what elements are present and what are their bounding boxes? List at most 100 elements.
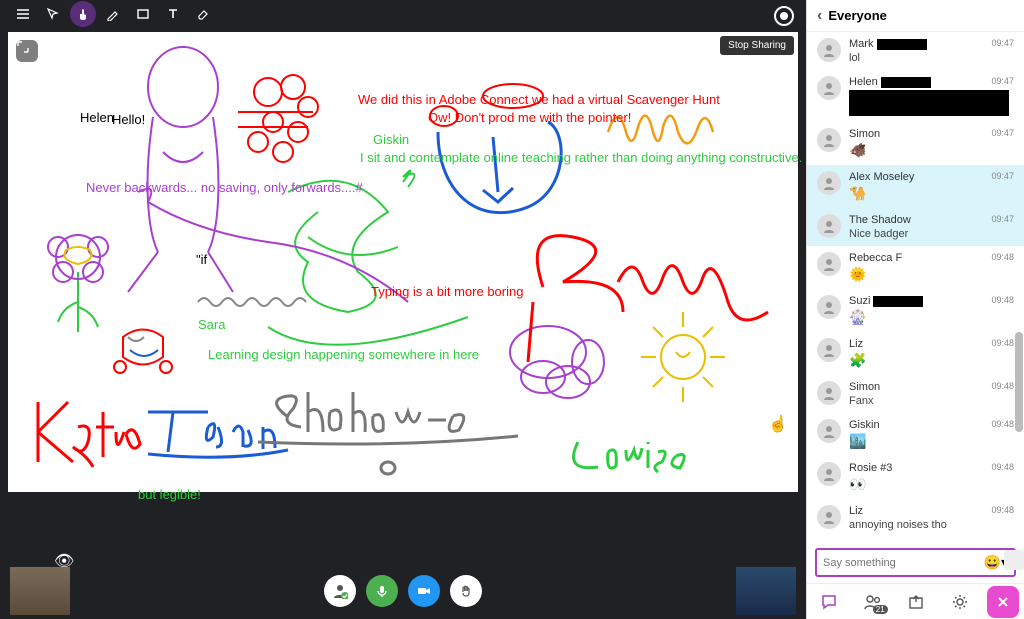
rect-icon[interactable] (130, 1, 156, 27)
chat-item[interactable]: Liz 🧩09:48 (807, 332, 1024, 375)
chat-input[interactable]: 😀▾ (815, 548, 1016, 577)
camera-button[interactable] (408, 575, 440, 607)
avatar (817, 38, 841, 62)
chat-name: Giskin (849, 419, 1014, 431)
chat-item[interactable]: The Shadow Nice badger 09:47 (807, 208, 1024, 246)
chat-time: 09:47 (991, 214, 1014, 224)
people-count: 21 (873, 605, 888, 614)
chat-name: Suzi (849, 295, 1014, 307)
chat-time: 09:48 (991, 252, 1014, 262)
video-bar: 👁 (0, 563, 806, 619)
whiteboard-canvas[interactable]: Helen Hello! We did this in Adobe Connec… (8, 32, 798, 492)
chat-tab-icon[interactable] (812, 588, 846, 616)
wb-text-ow: Ow! Don't prod me with the pointer! (428, 110, 631, 125)
back-icon[interactable]: ‹ (817, 7, 822, 25)
pointer-icon[interactable] (40, 1, 66, 27)
chat-message: 🏙️ (849, 433, 1014, 450)
thumb-icon[interactable] (70, 1, 96, 27)
people-tab-icon[interactable]: 21 (856, 588, 890, 616)
menu-icon[interactable] (10, 1, 36, 27)
hand-button[interactable] (450, 575, 482, 607)
chat-message: 👀 (849, 476, 1014, 493)
wb-text-contemp: I sit and contemplate online teaching ra… (360, 150, 802, 165)
wb-text-never: Never backwards... no saving, only forwa… (86, 180, 363, 195)
chat-message: 🎡 (849, 309, 1014, 326)
chat-name: Alex Moseley (849, 171, 1014, 183)
chat-item[interactable]: Rebecca F 🌞 09:48 (807, 246, 1024, 289)
avatar (817, 505, 841, 529)
chat-name: Mark (849, 38, 1014, 50)
chat-time: 09:48 (991, 505, 1014, 515)
chat-item[interactable]: Simon Fanx 09:48 (807, 375, 1024, 413)
chat-time: 09:48 (991, 295, 1014, 305)
chat-item[interactable]: Simon 🐗09:47 (807, 122, 1024, 165)
chat-message: 🐗 (849, 142, 1014, 159)
chat-input-wrap: 😀▾ (807, 542, 1024, 583)
share-tab-icon[interactable] (899, 588, 933, 616)
chat-name: Liz (849, 338, 1014, 350)
avatar (817, 214, 841, 238)
eraser-icon[interactable] (190, 1, 216, 27)
chat-message: annoying noises tho (849, 519, 1014, 531)
wb-text-helen1: Helen (80, 110, 114, 125)
chat-name: Liz (849, 505, 1014, 517)
wb-text-giskin: Giskin (373, 132, 409, 147)
whiteboard-wrap: Helen Hello! We did this in Adobe Connec… (0, 28, 806, 563)
mic-button[interactable] (366, 575, 398, 607)
close-panel-icon[interactable] (987, 586, 1019, 618)
chat-name: The Shadow (849, 214, 1014, 226)
chat-message (849, 90, 1014, 116)
chat-title: Everyone (828, 8, 887, 23)
chat-item[interactable]: Alex Moseley 🐪 09:47 (807, 165, 1024, 208)
avatar (817, 419, 841, 443)
chat-item[interactable]: Mark lol 09:47 (807, 32, 1024, 70)
wb-text-hello: Hello! (112, 112, 145, 127)
chat-time: 09:48 (991, 419, 1014, 429)
chat-item[interactable]: Rosie #3 👀09:48 (807, 456, 1024, 499)
video-thumb-left[interactable]: 👁 (10, 567, 70, 615)
chat-name: Simon (849, 381, 1014, 393)
chat-time: 09:48 (991, 462, 1014, 472)
settings-tab-icon[interactable] (943, 588, 977, 616)
record-icon[interactable] (774, 6, 794, 26)
chat-item[interactable]: Giskin 🏙️ 09:48 (807, 413, 1024, 456)
chat-name: Rebecca F (849, 252, 1014, 264)
chat-name: Helen (849, 76, 1014, 88)
chat-message: lol (849, 52, 1014, 64)
chat-message: 🧩 (849, 352, 1014, 369)
avatar (817, 295, 841, 319)
chat-item[interactable]: Suzi 🎡 09:48 (807, 289, 1024, 332)
wb-text-learning: Learning design happening somewhere in h… (208, 347, 479, 362)
stop-sharing-button[interactable]: Stop Sharing (720, 36, 794, 55)
video-thumb-right[interactable] (736, 567, 796, 615)
avatar (817, 462, 841, 486)
chat-message: 🌞 (849, 266, 1014, 283)
avatar (817, 381, 841, 405)
chat-message: Nice badger (849, 228, 1014, 240)
avatar (817, 171, 841, 195)
chat-item[interactable]: Helen 09:47 (807, 70, 1024, 122)
avatar (817, 338, 841, 362)
whiteboard-toolbar (0, 0, 806, 28)
chat-time: 09:48 (991, 381, 1014, 391)
chat-name: Simon (849, 128, 1014, 140)
chat-time: 09:47 (991, 38, 1014, 48)
chat-time: 09:47 (991, 171, 1014, 181)
chat-message: 🐪 (849, 185, 1014, 202)
scroll-min-icon[interactable] (1004, 550, 1024, 570)
remote-cursor-icon: ☝ (768, 414, 788, 434)
pencil-icon[interactable] (100, 1, 126, 27)
chat-text-input[interactable] (823, 557, 978, 569)
chat-message: Fanx (849, 395, 1014, 407)
chat-panel: ‹ Everyone Mark lol09:47Helen 09:47Simon… (806, 0, 1024, 619)
chat-footer: 21 (807, 583, 1024, 619)
avatar (817, 76, 841, 100)
wb-text-if: "if (196, 252, 207, 267)
chat-header: ‹ Everyone (807, 0, 1024, 32)
wb-text-sara: Sara (198, 317, 225, 332)
text-icon[interactable] (160, 1, 186, 27)
chat-list[interactable]: Mark lol09:47Helen 09:47Simon 🐗09:47Alex… (807, 32, 1024, 542)
profile-button[interactable] (324, 575, 356, 607)
chat-item[interactable]: Liz annoying noises tho 09:48 (807, 499, 1024, 537)
visibility-icon: 👁 (54, 551, 68, 561)
